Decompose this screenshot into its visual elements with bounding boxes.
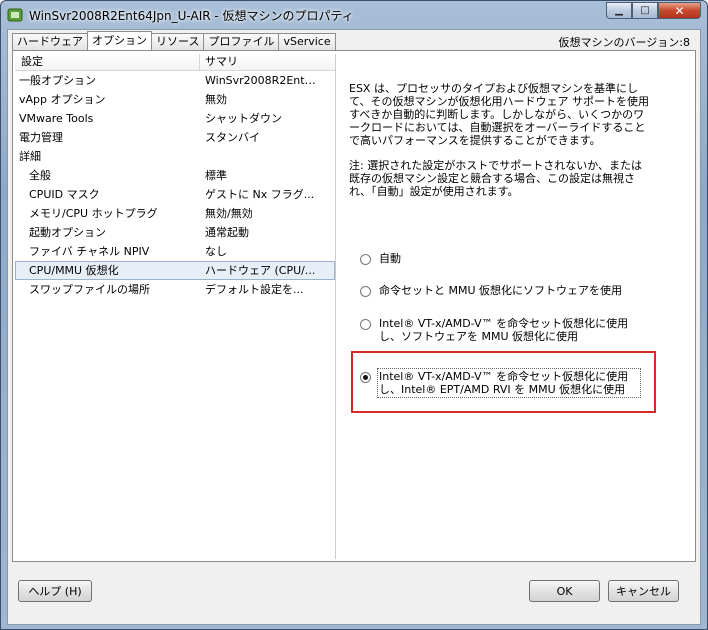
option-label: Intel® VT-x/AMD-V™ を命令セット仮想化に使用し、ソフトウェアを… xyxy=(379,317,629,343)
settings-list-header: 設定 サマリ xyxy=(15,54,335,71)
setting-name: vApp オプション xyxy=(19,93,106,106)
setting-name: スワップファイルの場所 xyxy=(29,283,150,296)
setting-name: 一般オプション xyxy=(19,74,96,87)
option-label: Intel® VT-x/AMD-V™ を命令セット仮想化に使用し、Intel® … xyxy=(377,368,641,398)
option-vt-x-ept-rvi[interactable]: Intel® VT-x/AMD-V™ を命令セット仮想化に使用し、Intel® … xyxy=(360,368,641,398)
dialog-client: ハードウェア オプション リソース プロファイル vService 仮想マシンの… xyxy=(7,29,701,625)
setting-name: 電力管理 xyxy=(19,131,63,144)
close-button[interactable]: ✕ xyxy=(658,2,701,19)
description-note: 注: 選択された設定がホストでサポートされないか、または既存の仮想マシン設定と競… xyxy=(349,159,642,198)
vm-icon xyxy=(7,8,23,22)
cancel-button[interactable]: キャンセル xyxy=(608,580,679,602)
option-label: 自動 xyxy=(379,252,401,265)
settings-row-vapp-options[interactable]: vApp オプション 無効 xyxy=(15,90,335,109)
settings-row-swapfile-location[interactable]: スワップファイルの場所 デフォルト設定を... xyxy=(15,280,335,299)
properties-window: WinSvr2008R2Ent64Jpn_U-AIR - 仮想マシンのプロパティ… xyxy=(0,0,708,630)
setting-name: 全般 xyxy=(29,169,51,182)
tab-profiles[interactable]: プロファイル xyxy=(203,33,280,50)
tab-strip: ハードウェア オプション リソース プロファイル vService xyxy=(12,31,336,51)
settings-row-cpuid-mask[interactable]: CPUID マスク ゲストに Nx フラグ... xyxy=(15,185,335,204)
setting-name: ファイバ チャネル NPIV xyxy=(29,245,150,258)
maximize-button[interactable]: □ xyxy=(632,2,658,19)
setting-summary: 通常起動 xyxy=(205,226,249,239)
ok-button[interactable]: OK xyxy=(529,580,600,602)
settings-row-vmware-tools[interactable]: VMware Tools シャットダウン xyxy=(15,109,335,128)
vm-version-label: 仮想マシンのバージョン:8 xyxy=(558,36,690,49)
title-bar[interactable]: WinSvr2008R2Ent64Jpn_U-AIR - 仮想マシンのプロパティ… xyxy=(1,1,707,29)
radio-button-selected[interactable] xyxy=(360,372,371,383)
tab-options[interactable]: オプション xyxy=(87,31,152,50)
setting-summary xyxy=(200,147,320,166)
help-button[interactable]: ヘルプ (H) xyxy=(18,580,92,602)
minimize-button[interactable]: ▁ xyxy=(606,2,632,19)
settings-list: 設定 サマリ 一般オプション WinSvr2008R2Ent6... vApp … xyxy=(15,54,336,559)
setting-name: VMware Tools xyxy=(19,112,94,125)
option-vt-x-software-mmu[interactable]: Intel® VT-x/AMD-V™ を命令セット仮想化に使用し、ソフトウェアを… xyxy=(360,317,639,343)
setting-summary: シャットダウン xyxy=(205,112,282,125)
settings-row-cpu-mmu-virtualization[interactable]: CPU/MMU 仮想化 ハードウェア (CPU/... xyxy=(15,261,335,280)
tab-vservice[interactable]: vService xyxy=(278,33,336,50)
virtualization-description: ESX は、プロセッサのタイプおよび仮想マシンを基準にして、その仮想マシンが仮想… xyxy=(349,82,649,210)
settings-row-boot-options[interactable]: 起動オプション 通常起動 xyxy=(15,223,335,242)
column-header-summary[interactable]: サマリ xyxy=(200,54,323,70)
tab-resources[interactable]: リソース xyxy=(151,33,205,50)
setting-summary: 無効 xyxy=(205,93,227,106)
setting-name: メモリ/CPU ホットプラグ xyxy=(29,207,158,220)
column-header-setting[interactable]: 設定 xyxy=(15,54,200,70)
radio-button[interactable] xyxy=(360,254,371,265)
tab-hardware[interactable]: ハードウェア xyxy=(12,33,88,50)
radio-button[interactable] xyxy=(360,319,371,330)
option-automatic[interactable]: 自動 xyxy=(360,252,639,265)
settings-row-power-management[interactable]: 電力管理 スタンバイ xyxy=(15,128,335,147)
settings-row-general[interactable]: 全般 標準 xyxy=(15,166,335,185)
setting-summary: 無効/無効 xyxy=(205,207,253,220)
setting-summary: なし xyxy=(205,245,227,258)
setting-summary: WinSvr2008R2Ent6... xyxy=(205,74,320,87)
window-title: WinSvr2008R2Ent64Jpn_U-AIR - 仮想マシンのプロパティ xyxy=(29,9,354,23)
settings-row-fibre-channel-npiv[interactable]: ファイバ チャネル NPIV なし xyxy=(15,242,335,261)
setting-summary: 標準 xyxy=(205,169,227,182)
options-panel: 設定 サマリ 一般オプション WinSvr2008R2Ent6... vApp … xyxy=(12,50,696,562)
option-software-only[interactable]: 命令セットと MMU 仮想化にソフトウェアを使用 xyxy=(360,284,639,297)
radio-button[interactable] xyxy=(360,286,371,297)
description-text: ESX は、プロセッサのタイプおよび仮想マシンを基準にして、その仮想マシンが仮想… xyxy=(349,82,649,147)
settings-row-advanced[interactable]: 詳細 xyxy=(15,147,335,166)
settings-row-general-options[interactable]: 一般オプション WinSvr2008R2Ent6... xyxy=(15,71,335,90)
setting-summary: デフォルト設定を... xyxy=(205,283,304,296)
settings-row-hotplug[interactable]: メモリ/CPU ホットプラグ 無効/無効 xyxy=(15,204,335,223)
setting-summary: スタンバイ xyxy=(205,131,260,144)
setting-name: CPUID マスク xyxy=(29,188,100,201)
setting-summary: ハードウェア (CPU/... xyxy=(205,264,316,277)
setting-name: CPU/MMU 仮想化 xyxy=(29,264,119,277)
option-label: 命令セットと MMU 仮想化にソフトウェアを使用 xyxy=(379,284,623,297)
setting-name: 詳細 xyxy=(19,150,41,163)
setting-name: 起動オプション xyxy=(29,226,106,239)
setting-summary: ゲストに Nx フラグ... xyxy=(205,188,315,201)
